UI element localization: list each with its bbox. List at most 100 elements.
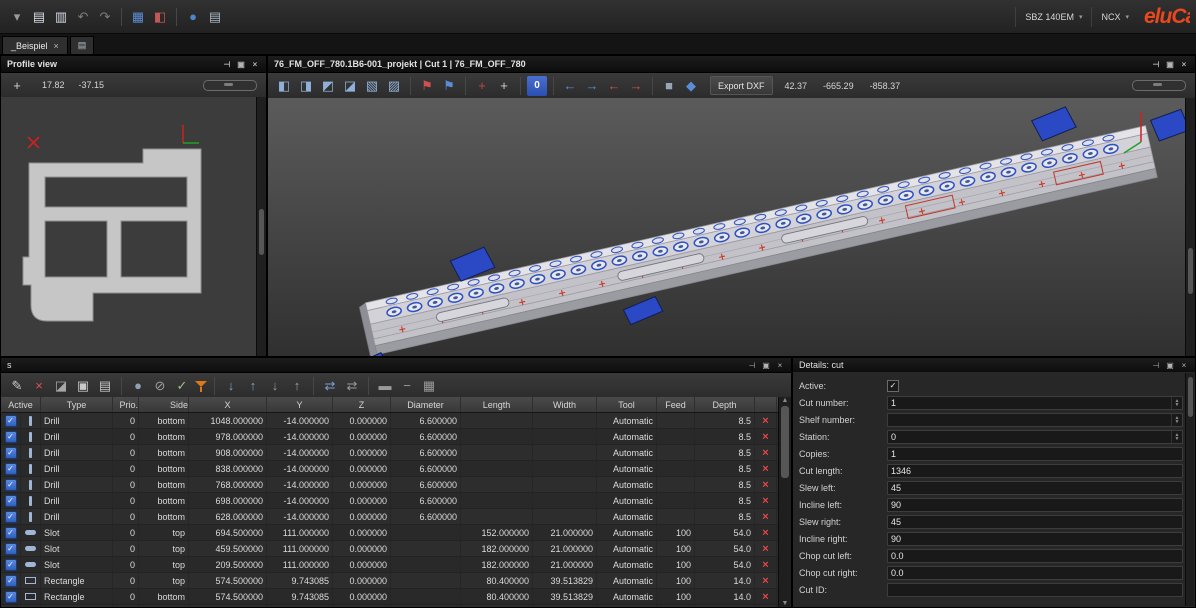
column-header[interactable]: Side	[139, 397, 189, 412]
solid-cube-icon[interactable]: ■	[659, 76, 679, 96]
move-top-icon[interactable]: ↑	[287, 376, 307, 396]
zero-point-icon[interactable]: 0	[527, 75, 547, 96]
left-view-icon[interactable]: ▧	[362, 76, 382, 96]
table-row[interactable]: ✓ Rectangle 0 top 574.500000 9.743085 0.000000…	[1, 573, 779, 589]
column-header[interactable]: Width	[533, 397, 597, 412]
front-view-icon[interactable]: ◨	[296, 76, 316, 96]
field-input[interactable]: 0 ▲ ▼	[887, 429, 1183, 444]
transfer-add-icon[interactable]: ⇄	[320, 376, 340, 396]
postprocessor-selector[interactable]: NCX ▾	[1091, 6, 1138, 27]
axis-cross-icon[interactable]: +	[472, 76, 492, 96]
field-input[interactable]: 90	[887, 497, 1183, 512]
move-down-icon[interactable]: ↓	[221, 376, 241, 396]
scroll-down-icon[interactable]: ▼	[782, 600, 789, 607]
field-input[interactable]: 1 ▲ ▼	[887, 395, 1183, 410]
delete-icon[interactable]: ×	[29, 376, 49, 396]
delete-row-icon[interactable]: ×	[762, 527, 768, 539]
machine-selector[interactable]: SBZ 140EM ▾	[1015, 6, 1091, 27]
rotate-left-icon[interactable]: ←	[560, 76, 580, 96]
profile-panel-titlebar[interactable]: Profile view ⊣ ▣ ×	[1, 56, 266, 73]
column-header[interactable]: Active	[1, 397, 41, 412]
delete-row-icon[interactable]: ×	[762, 543, 768, 555]
delete-row-icon[interactable]: ×	[762, 479, 768, 491]
undo-icon[interactable]: ↶	[73, 7, 93, 27]
column-header[interactable]: X	[189, 397, 267, 412]
operations-titlebar[interactable]: s ⊣ ▣ ×	[1, 358, 791, 373]
tab-beispiel[interactable]: _Beispiel ×	[2, 36, 68, 54]
columns-icon[interactable]: ▬	[375, 376, 395, 396]
menu-dropdown-icon[interactable]: ▾	[7, 7, 27, 27]
view-slider[interactable]	[1132, 80, 1186, 91]
row-active-checkbox[interactable]: ✓	[4, 526, 17, 539]
field-input[interactable]: 0.0	[887, 565, 1183, 580]
blue-flag-icon[interactable]: ⚑	[439, 76, 459, 96]
next-cut-icon[interactable]: →	[626, 76, 646, 96]
row-active-checkbox[interactable]: ✓	[4, 558, 17, 571]
table-row[interactable]: ✓ Drill 0 bottom 768.000000 -14.000000 0.00000…	[1, 477, 779, 493]
edit-icon[interactable]: ✎	[7, 376, 27, 396]
float-icon[interactable]: ▣	[761, 361, 771, 370]
shaded-cube-icon[interactable]: ◆	[681, 76, 701, 96]
profile-cross-section-view[interactable]	[1, 97, 257, 356]
spinner[interactable]: ▲ ▼	[1171, 396, 1182, 409]
field-input[interactable]: 0.0	[887, 548, 1183, 563]
table-row[interactable]: ✓ Drill 0 bottom 908.000000 -14.000000 0.00000…	[1, 445, 779, 461]
3d-viewport[interactable]	[268, 98, 1195, 356]
prev-cut-icon[interactable]: ←	[604, 76, 624, 96]
column-header[interactable]: Depth	[695, 397, 755, 412]
spinner[interactable]: ▲ ▼	[1171, 430, 1182, 443]
delete-row-icon[interactable]: ×	[762, 511, 768, 523]
field-input[interactable]: 90	[887, 531, 1183, 546]
close-icon[interactable]: ×	[250, 60, 260, 69]
pin-icon[interactable]: ⊣	[747, 361, 757, 370]
field-input[interactable]: 1	[887, 446, 1183, 461]
bottom-view-icon[interactable]: ◪	[340, 76, 360, 96]
top-view-icon[interactable]: ◩	[318, 76, 338, 96]
close-icon[interactable]: ×	[1179, 60, 1189, 69]
field-input[interactable]: 1346	[887, 463, 1183, 478]
delete-row-icon[interactable]: ×	[762, 447, 768, 459]
zoom-slider[interactable]	[203, 79, 257, 91]
pin-icon[interactable]: ⊣	[1151, 361, 1161, 370]
row-active-checkbox[interactable]: ✓	[4, 478, 17, 491]
right-view-icon[interactable]: ▨	[384, 76, 404, 96]
table-row[interactable]: ✓ Drill 0 bottom 1048.000000 -14.000000 0.0000…	[1, 413, 779, 429]
details-scrollbar[interactable]	[1185, 373, 1194, 606]
viewport-titlebar[interactable]: 76_FM_OFF_780.1B6-001_projekt | Cut 1 | …	[268, 56, 1195, 73]
row-active-checkbox[interactable]: ✓	[4, 494, 17, 507]
pin-icon[interactable]: ⊣	[222, 60, 232, 69]
scroll-up-icon[interactable]: ▲	[782, 397, 789, 404]
field-input[interactable]: ▲ ▼	[887, 412, 1183, 427]
erase-icon[interactable]: ◪	[51, 376, 71, 396]
column-header[interactable]: Tool	[597, 397, 657, 412]
paste-icon[interactable]: ▤	[95, 376, 115, 396]
crosshair-icon[interactable]: +	[7, 75, 27, 95]
check-icon[interactable]: ✓	[172, 376, 192, 396]
move-bottom-icon[interactable]: ↓	[265, 376, 285, 396]
details-titlebar[interactable]: Details: cut ⊣ ▣ ×	[793, 358, 1195, 373]
row-active-checkbox[interactable]: ✓	[4, 462, 17, 475]
globe-icon[interactable]: ●	[183, 7, 203, 27]
table-row[interactable]: ✓ Drill 0 bottom 838.000000 -14.000000 0.00000…	[1, 461, 779, 477]
filter-icon[interactable]	[194, 379, 208, 393]
column-header[interactable]: Z	[333, 397, 391, 412]
tab-new[interactable]: ▤	[69, 36, 95, 54]
close-icon[interactable]: ×	[1179, 361, 1189, 370]
grid-icon[interactable]: ▦	[419, 376, 439, 396]
transfer-icon[interactable]: ⇄	[342, 376, 362, 396]
pivot-table-icon[interactable]: ◧	[150, 7, 170, 27]
profile-scrollbar[interactable]	[256, 97, 266, 356]
table-row[interactable]: ✓ Drill 0 bottom 698.000000 -14.000000 0.00000…	[1, 493, 779, 509]
float-icon[interactable]: ▣	[1165, 60, 1175, 69]
field-input[interactable]: 45	[887, 480, 1183, 495]
delete-row-icon[interactable]: ×	[762, 463, 768, 475]
save-all-icon[interactable]: ▥	[51, 7, 71, 27]
save-icon[interactable]: ▤	[29, 7, 49, 27]
row-active-checkbox[interactable]: ✓	[4, 542, 17, 555]
row-active-checkbox[interactable]: ✓	[4, 414, 17, 427]
move-up-icon[interactable]: ↑	[243, 376, 263, 396]
table-row[interactable]: ✓ Rectangle 0 bottom 574.500000 9.743085 0.000…	[1, 589, 779, 605]
export-dxf-button[interactable]: Export DXF	[710, 76, 773, 95]
redo-icon[interactable]: ↷	[95, 7, 115, 27]
link-icon[interactable]: ●	[128, 376, 148, 396]
